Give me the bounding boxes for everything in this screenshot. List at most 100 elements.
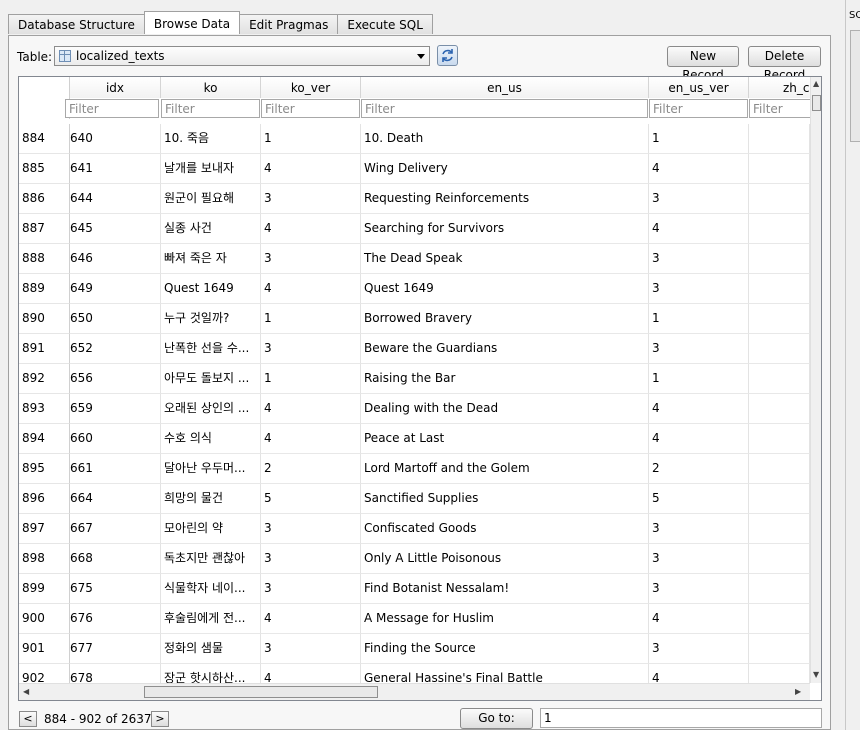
cell-en-us[interactable]: Searching for Survivors	[361, 214, 649, 244]
cell-ko[interactable]: 모아린의 약	[161, 514, 261, 544]
table-row[interactable]: 888 646 빠져 죽은 자 3 The Dead Speak 3	[19, 244, 810, 274]
cell-idx[interactable]: 659	[70, 394, 161, 424]
cell-idx[interactable]: 640	[70, 124, 161, 154]
cell-zh[interactable]	[749, 334, 810, 364]
filter-input-en-us[interactable]: Filter	[361, 99, 648, 118]
filter-input-idx[interactable]: Filter	[65, 99, 159, 118]
cell-ko-ver[interactable]: 4	[261, 604, 361, 634]
table-select[interactable]: localized_texts	[54, 46, 430, 66]
table-row[interactable]: 891 652 난폭한 선을 수... 3 Beware the Guardians 3	[19, 334, 810, 364]
cell-ko[interactable]: 후술림에게 전...	[161, 604, 261, 634]
cell-ko[interactable]: 날개를 보내자	[161, 154, 261, 184]
scroll-up-icon[interactable]: ▲	[813, 79, 819, 88]
row-number[interactable]: 898	[19, 544, 70, 574]
table-row[interactable]: 887 645 실종 사건 4 Searching for Survivors 4	[19, 214, 810, 244]
row-number[interactable]: 891	[19, 334, 70, 364]
cell-en-us-ver[interactable]: 3	[649, 514, 749, 544]
cell-en-us-ver[interactable]: 4	[649, 154, 749, 184]
cell-ko[interactable]: 원군이 필요해	[161, 184, 261, 214]
column-header-ko[interactable]: ko	[161, 77, 261, 98]
cell-idx[interactable]: 650	[70, 304, 161, 334]
cell-en-us-ver[interactable]: 1	[649, 304, 749, 334]
cell-en-us-ver[interactable]: 3	[649, 244, 749, 274]
cell-en-us[interactable]: Quest 1649	[361, 274, 649, 304]
cell-idx[interactable]: 668	[70, 544, 161, 574]
cell-zh[interactable]	[749, 574, 810, 604]
cell-en-us[interactable]: 10. Death	[361, 124, 649, 154]
cell-ko-ver[interactable]: 5	[261, 484, 361, 514]
cell-zh[interactable]	[749, 274, 810, 304]
row-number[interactable]: 901	[19, 634, 70, 664]
table-row[interactable]: 886 644 원군이 필요해 3 Requesting Reinforcements 3	[19, 184, 810, 214]
cell-zh[interactable]	[749, 424, 810, 454]
scroll-down-icon[interactable]: ▼	[813, 670, 819, 679]
row-number[interactable]: 899	[19, 574, 70, 604]
cell-idx[interactable]: 660	[70, 424, 161, 454]
filter-input-ko[interactable]: Filter	[161, 99, 260, 118]
row-number[interactable]: 894	[19, 424, 70, 454]
column-header-ko-ver[interactable]: ko_ver	[261, 77, 361, 98]
cell-idx[interactable]: 677	[70, 634, 161, 664]
cell-en-us[interactable]: Finding the Source	[361, 634, 649, 664]
cell-ko-ver[interactable]: 3	[261, 334, 361, 364]
cell-idx[interactable]: 645	[70, 214, 161, 244]
goto-button[interactable]: Go to:	[460, 708, 533, 729]
cell-ko-ver[interactable]: 4	[261, 424, 361, 454]
column-header-en-us-ver[interactable]: en_us_ver	[649, 77, 749, 98]
cell-idx[interactable]: 667	[70, 514, 161, 544]
row-number[interactable]: 895	[19, 454, 70, 484]
cell-en-us-ver[interactable]: 2	[649, 454, 749, 484]
cell-ko[interactable]: 난폭한 선을 수...	[161, 334, 261, 364]
row-number[interactable]: 889	[19, 274, 70, 304]
cell-zh[interactable]	[749, 634, 810, 664]
tab-database-structure[interactable]: Database Structure	[8, 14, 145, 34]
cell-ko-ver[interactable]: 4	[261, 214, 361, 244]
cell-en-us-ver[interactable]: 3	[649, 574, 749, 604]
cell-idx[interactable]: 652	[70, 334, 161, 364]
cell-zh[interactable]	[749, 184, 810, 214]
cell-idx[interactable]: 661	[70, 454, 161, 484]
prev-page-button[interactable]: <	[19, 711, 37, 727]
row-number[interactable]: 896	[19, 484, 70, 514]
table-row[interactable]: 897 667 모아린의 약 3 Confiscated Goods 3	[19, 514, 810, 544]
cell-ko[interactable]: 정화의 샘물	[161, 634, 261, 664]
cell-en-us[interactable]: Wing Delivery	[361, 154, 649, 184]
cell-ko-ver[interactable]: 3	[261, 574, 361, 604]
cell-zh[interactable]	[749, 394, 810, 424]
delete-record-button[interactable]: Delete Record	[748, 46, 821, 82]
cell-en-us[interactable]: Lord Martoff and the Golem	[361, 454, 649, 484]
cell-en-us-ver[interactable]: 4	[649, 424, 749, 454]
cell-ko-ver[interactable]: 3	[261, 514, 361, 544]
column-header-idx[interactable]: idx	[70, 77, 161, 98]
cell-ko-ver[interactable]: 4	[261, 274, 361, 304]
cell-en-us-ver[interactable]: 1	[649, 124, 749, 154]
filter-input-en-us-ver[interactable]: Filter	[649, 99, 748, 118]
cell-zh[interactable]	[749, 244, 810, 274]
cell-zh[interactable]	[749, 454, 810, 484]
cell-en-us[interactable]: Raising the Bar	[361, 364, 649, 394]
row-number[interactable]: 887	[19, 214, 70, 244]
table-row[interactable]: 885 641 날개를 보내자 4 Wing Delivery 4	[19, 154, 810, 184]
cell-idx[interactable]: 664	[70, 484, 161, 514]
cell-ko-ver[interactable]: 3	[261, 244, 361, 274]
cell-en-us[interactable]: Beware the Guardians	[361, 334, 649, 364]
cell-ko-ver[interactable]: 1	[261, 124, 361, 154]
table-row[interactable]: 893 659 오래된 상인의 ... 4 Dealing with the Dead 4	[19, 394, 810, 424]
cell-en-us-ver[interactable]: 3	[649, 334, 749, 364]
cell-en-us[interactable]: A Message for Huslim	[361, 604, 649, 634]
cell-ko-ver[interactable]: 2	[261, 454, 361, 484]
cell-ko[interactable]: Quest 1649	[161, 274, 261, 304]
filter-input-ko-ver[interactable]: Filter	[261, 99, 360, 118]
cell-zh[interactable]	[749, 604, 810, 634]
table-row[interactable]: 889 649 Quest 1649 4 Quest 1649 3	[19, 274, 810, 304]
new-record-button[interactable]: New Record	[667, 46, 739, 82]
cell-zh[interactable]	[749, 484, 810, 514]
table-row[interactable]: 900 676 후술림에게 전... 4 A Message for Huslim 4	[19, 604, 810, 634]
vertical-scroll-thumb[interactable]	[812, 95, 821, 111]
cell-zh[interactable]	[749, 154, 810, 184]
right-panel-scrollbar[interactable]	[850, 30, 860, 142]
horizontal-scrollbar[interactable]: ◀ ▶	[19, 683, 810, 700]
row-number[interactable]: 890	[19, 304, 70, 334]
table-row[interactable]: 884 640 10. 죽음 1 10. Death 1	[19, 124, 810, 154]
cell-ko[interactable]: 독초지만 괜찮아	[161, 544, 261, 574]
